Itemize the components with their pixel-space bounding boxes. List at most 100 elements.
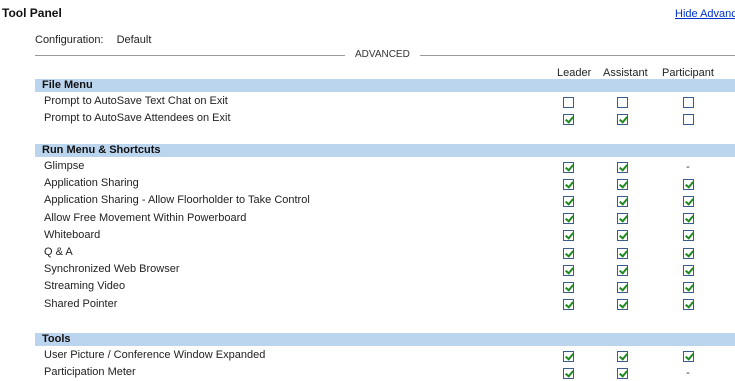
permission-row-label: Glimpse [44, 160, 85, 172]
not-applicable-dash: - [686, 367, 690, 380]
permission-checkbox[interactable] [562, 367, 574, 379]
permission-cell[interactable] [681, 177, 695, 191]
permission-checkbox[interactable] [562, 230, 574, 242]
permission-checkbox[interactable] [562, 264, 574, 276]
permission-checkbox[interactable] [616, 367, 628, 379]
permission-cell: - [681, 366, 695, 380]
permission-checkbox[interactable] [682, 281, 694, 293]
permission-cell: - [681, 160, 695, 174]
permission-cell[interactable] [681, 112, 695, 126]
configuration-row: Configuration: Default [35, 34, 151, 46]
permission-cell[interactable] [561, 280, 575, 294]
permission-row-label: User Picture / Conference Window Expande… [44, 349, 266, 361]
permission-checkbox[interactable] [562, 213, 574, 225]
permission-cell[interactable] [561, 263, 575, 277]
permission-row-label: Synchronized Web Browser [44, 263, 180, 276]
permission-row-label: Application Sharing [44, 177, 139, 190]
permission-row-label: Allow Free Movement Within Powerboard [44, 211, 247, 224]
permission-cell[interactable] [615, 229, 629, 243]
permission-cell[interactable] [615, 177, 629, 191]
permission-row-label: Prompt to AutoSave Text Chat on Exit [44, 95, 228, 107]
permission-row-label: Participation Meter [44, 366, 136, 379]
permission-cell[interactable] [681, 212, 695, 226]
not-applicable-dash: - [686, 161, 690, 173]
permission-cell[interactable] [615, 366, 629, 380]
permission-checkbox[interactable] [616, 264, 628, 276]
permission-cell[interactable] [615, 298, 629, 312]
permission-cell[interactable] [561, 298, 575, 312]
permission-cell[interactable] [615, 349, 629, 363]
permission-cell[interactable] [615, 194, 629, 208]
permission-cell[interactable] [615, 95, 629, 109]
permission-row-label: Whiteboard [44, 228, 101, 241]
permission-checkbox[interactable] [562, 247, 574, 259]
permission-cell[interactable] [681, 280, 695, 294]
permission-checkbox[interactable] [562, 113, 574, 125]
permission-cell[interactable] [681, 298, 695, 312]
permission-checkbox[interactable] [682, 247, 694, 259]
permission-row-label: Prompt to AutoSave Attendees on Exit [44, 112, 231, 125]
hide-advanced-link[interactable]: Hide Advanced [675, 8, 735, 20]
permission-checkbox[interactable] [616, 195, 628, 207]
permission-checkbox[interactable] [616, 247, 628, 259]
permission-checkbox[interactable] [562, 96, 574, 108]
permission-checkbox[interactable] [616, 213, 628, 225]
section-header: Tools [35, 333, 735, 346]
permission-cell[interactable] [681, 246, 695, 260]
permission-checkbox[interactable] [562, 195, 574, 207]
permission-cell[interactable] [615, 263, 629, 277]
permission-cell[interactable] [615, 112, 629, 126]
permission-checkbox[interactable] [616, 113, 628, 125]
column-header-assistant: Assistant [603, 67, 648, 79]
permission-cell[interactable] [561, 366, 575, 380]
permission-cell[interactable] [561, 95, 575, 109]
permission-cell[interactable] [561, 229, 575, 243]
permission-cell[interactable] [681, 194, 695, 208]
permission-cell[interactable] [561, 349, 575, 363]
permission-checkbox[interactable] [682, 264, 694, 276]
permission-cell[interactable] [561, 194, 575, 208]
permission-checkbox[interactable] [682, 213, 694, 225]
permission-checkbox[interactable] [616, 96, 628, 108]
permission-checkbox[interactable] [562, 178, 574, 190]
permission-cell[interactable] [681, 349, 695, 363]
permission-checkbox[interactable] [616, 281, 628, 293]
permission-row-label: Application Sharing - Allow Floorholder … [44, 194, 310, 207]
permission-checkbox[interactable] [562, 161, 574, 173]
permission-cell[interactable] [681, 95, 695, 109]
permission-checkbox[interactable] [682, 195, 694, 207]
advanced-label: ADVANCED [345, 49, 420, 60]
permission-checkbox[interactable] [562, 350, 574, 362]
permission-cell[interactable] [681, 263, 695, 277]
configuration-label: Configuration: [35, 34, 104, 46]
permission-checkbox[interactable] [616, 178, 628, 190]
permission-cell[interactable] [561, 246, 575, 260]
permission-checkbox[interactable] [616, 299, 628, 311]
permission-cell[interactable] [615, 212, 629, 226]
permission-cell[interactable] [615, 280, 629, 294]
permission-checkbox[interactable] [616, 350, 628, 362]
configuration-value: Default [116, 34, 152, 46]
permission-checkbox[interactable] [682, 350, 694, 362]
permission-checkbox[interactable] [562, 281, 574, 293]
permission-checkbox[interactable] [682, 96, 694, 108]
panel-title: Tool Panel [2, 6, 62, 20]
permission-checkbox[interactable] [682, 299, 694, 311]
permission-cell[interactable] [615, 160, 629, 174]
permission-cell[interactable] [561, 177, 575, 191]
section-header: File Menu [35, 79, 735, 92]
permission-cell[interactable] [681, 229, 695, 243]
column-header-participant: Participant [662, 67, 714, 79]
permission-cell[interactable] [561, 160, 575, 174]
permission-checkbox[interactable] [616, 230, 628, 242]
permission-checkbox[interactable] [682, 113, 694, 125]
permission-cell[interactable] [615, 246, 629, 260]
permission-cell[interactable] [561, 112, 575, 126]
permission-cell[interactable] [561, 212, 575, 226]
permission-checkbox[interactable] [682, 178, 694, 190]
permission-checkbox[interactable] [616, 161, 628, 173]
permission-checkbox[interactable] [682, 230, 694, 242]
permission-checkbox[interactable] [562, 299, 574, 311]
permission-row-label: Q & A [44, 246, 73, 258]
permission-row-label: Streaming Video [44, 280, 126, 293]
